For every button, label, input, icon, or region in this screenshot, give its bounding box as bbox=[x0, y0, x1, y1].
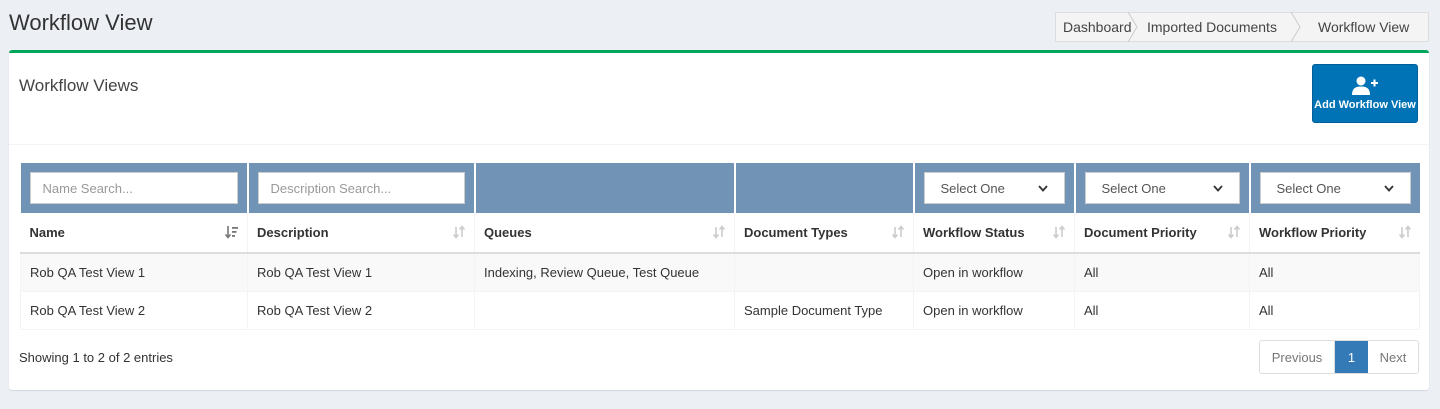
cell-name: Rob QA Test View 2 bbox=[20, 291, 248, 330]
page-1-button[interactable]: 1 bbox=[1335, 341, 1368, 373]
chevron-down-icon bbox=[1037, 184, 1048, 192]
cell-document-priority: All bbox=[1074, 291, 1250, 330]
filter-cell-name bbox=[20, 163, 249, 213]
column-header-description[interactable]: Description bbox=[247, 213, 475, 254]
sort-icon bbox=[891, 225, 905, 239]
table-row[interactable]: Rob QA Test View 2 Rob QA Test View 2 Sa… bbox=[20, 291, 1420, 330]
sort-icon bbox=[712, 225, 726, 239]
filter-row: Select One Select One Select One bbox=[20, 163, 1420, 213]
breadcrumb-item-imported-documents[interactable]: Imported Documents bbox=[1138, 12, 1301, 42]
box-title: Workflow Views bbox=[19, 76, 139, 95]
add-workflow-view-button[interactable]: Add Workflow View bbox=[1312, 64, 1418, 123]
cell-document-types bbox=[734, 253, 914, 292]
cell-name: Rob QA Test View 1 bbox=[20, 253, 248, 292]
cell-description: Rob QA Test View 1 bbox=[247, 253, 475, 292]
pagination: Previous 1 Next bbox=[1259, 340, 1419, 374]
page-title: Workflow View bbox=[9, 10, 153, 35]
workflow-status-select[interactable]: Select One bbox=[923, 172, 1065, 204]
filter-cell-workflow-priority: Select One bbox=[1249, 163, 1420, 213]
cell-queues: Indexing, Review Queue, Test Queue bbox=[474, 253, 735, 292]
cell-document-priority: All bbox=[1074, 253, 1250, 292]
name-search-input[interactable] bbox=[29, 172, 238, 204]
breadcrumb-separator-icon bbox=[1291, 12, 1301, 42]
chevron-down-icon bbox=[1212, 184, 1223, 192]
workflow-views-box: Workflow Views Add Workflow View Name Se… bbox=[9, 50, 1429, 390]
header-row: Name Description Queues Document Types W… bbox=[20, 213, 1420, 254]
breadcrumb-separator-icon bbox=[1128, 12, 1138, 42]
filter-cell-queues bbox=[474, 163, 736, 213]
workflow-priority-select[interactable]: Select One bbox=[1259, 172, 1411, 204]
description-search-input[interactable] bbox=[257, 172, 465, 204]
cell-workflow-priority: All bbox=[1249, 253, 1420, 292]
breadcrumb-item-workflow-view: Workflow View bbox=[1318, 19, 1410, 35]
column-header-name[interactable]: Name bbox=[20, 213, 248, 254]
chevron-down-icon bbox=[1383, 184, 1394, 192]
cell-workflow-status: Open in workflow bbox=[913, 253, 1075, 292]
filter-cell-workflow-status: Select One bbox=[913, 163, 1076, 213]
user-plus-icon bbox=[1352, 76, 1378, 95]
column-header-workflow-priority[interactable]: Workflow Priority bbox=[1249, 213, 1420, 254]
column-header-document-types[interactable]: Document Types bbox=[734, 213, 914, 254]
document-priority-select[interactable]: Select One bbox=[1084, 172, 1240, 204]
breadcrumb: Dashboard Imported Documents Workflow Vi… bbox=[1055, 12, 1429, 42]
next-page-button[interactable]: Next bbox=[1368, 341, 1418, 373]
breadcrumb-item-dashboard[interactable]: Dashboard bbox=[1056, 12, 1138, 42]
filter-cell-document-priority: Select One bbox=[1074, 163, 1251, 213]
cell-document-types: Sample Document Type bbox=[734, 291, 914, 330]
cell-workflow-priority: All bbox=[1249, 291, 1420, 330]
box-header: Workflow Views Add Workflow View bbox=[9, 53, 1429, 145]
sort-icon bbox=[1227, 225, 1241, 239]
sort-amount-down-icon bbox=[225, 226, 238, 239]
cell-workflow-status: Open in workflow bbox=[913, 291, 1075, 330]
filter-cell-document-types bbox=[734, 163, 915, 213]
table-row[interactable]: Rob QA Test View 1 Rob QA Test View 1 In… bbox=[20, 253, 1420, 292]
previous-page-button[interactable]: Previous bbox=[1260, 341, 1335, 373]
cell-description: Rob QA Test View 2 bbox=[247, 291, 475, 330]
table-info: Showing 1 to 2 of 2 entries bbox=[19, 350, 173, 365]
cell-queues bbox=[474, 291, 735, 330]
sort-icon bbox=[452, 225, 466, 239]
sort-icon bbox=[1052, 225, 1066, 239]
filter-cell-description bbox=[247, 163, 476, 213]
column-header-workflow-status[interactable]: Workflow Status bbox=[913, 213, 1075, 254]
workflow-views-table: Select One Select One Select One bbox=[20, 163, 1420, 330]
column-header-document-priority[interactable]: Document Priority bbox=[1074, 213, 1250, 254]
add-workflow-view-label: Add Workflow View bbox=[1314, 99, 1416, 111]
sort-icon bbox=[1398, 225, 1411, 239]
column-header-queues[interactable]: Queues bbox=[474, 213, 735, 254]
